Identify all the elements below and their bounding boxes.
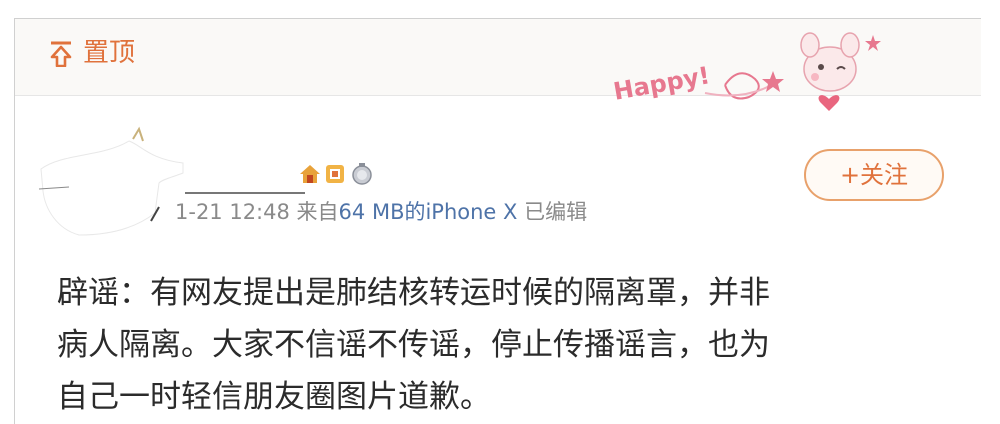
post-meta: 1-21 12:48 来自64 MB的iPhone X 已编辑 xyxy=(175,197,587,227)
follow-button[interactable]: +关注 xyxy=(804,149,944,201)
source-prefix: 来自 xyxy=(296,200,339,224)
post-text-line: 辟谣：有网友提出是肺结核转运时候的隔离罩，并非 xyxy=(57,275,770,311)
post-text-line: 病人隔离。大家不信谣不传谣，停止传播谣言，也为 xyxy=(57,327,770,363)
device-link[interactable]: 64 MB的iPhone X xyxy=(339,200,518,224)
verified-square-icon[interactable] xyxy=(324,163,346,185)
vip-house-icon[interactable] xyxy=(299,163,321,185)
weibo-post-card: 置顶 Happy! 1-21 12:48 来自64 MB的iPhone X 已编… xyxy=(14,18,981,424)
edited-flag[interactable]: 已编辑 xyxy=(524,200,587,224)
post-body: 辟谣：有网友提出是肺结核转运时候的隔离罩，并非 病人隔离。大家不信谣不传谣，停止… xyxy=(57,267,957,423)
post-time: 1-21 12:48 xyxy=(175,200,290,224)
happy-sticker-text: Happy! xyxy=(611,61,712,105)
pinned-header: 置顶 Happy! xyxy=(15,19,981,111)
avatar[interactable] xyxy=(33,123,198,243)
pin-top-icon xyxy=(50,41,72,67)
post-text-line: 自己一时轻信朋友圈图片道歉。 xyxy=(57,379,491,415)
happy-sticker-decoration: Happy! xyxy=(611,32,881,111)
medal-icon[interactable] xyxy=(351,163,373,185)
username-redacted[interactable] xyxy=(185,145,305,191)
username-underline xyxy=(185,192,305,194)
pin-label: 置顶 xyxy=(83,38,136,68)
